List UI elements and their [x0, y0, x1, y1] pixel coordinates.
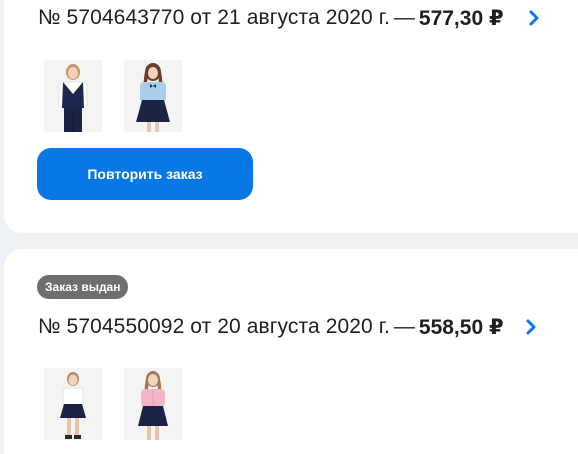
- product-thumbnail[interactable]: [124, 368, 182, 440]
- order-card: № 5704643770 от 21 августа 2020 г. — 577…: [4, 0, 578, 233]
- order-sum: 558,50 ₽: [418, 315, 504, 339]
- repeat-order-button[interactable]: Повторить заказ: [37, 148, 253, 200]
- product-thumbnail[interactable]: [44, 368, 102, 440]
- orders-page: № 5704643770 от 21 августа 2020 г. — 577…: [0, 0, 578, 454]
- product-thumbnail[interactable]: [44, 60, 102, 132]
- chevron-right-icon[interactable]: [524, 8, 544, 28]
- order-header-link[interactable]: № 5704550092 от 20 августа 2020 г. — 558…: [38, 311, 558, 343]
- order-header-link[interactable]: № 5704643770 от 21 августа 2020 г. — 577…: [38, 2, 558, 34]
- order-separator: —: [393, 6, 415, 29]
- order-separator: —: [393, 315, 415, 338]
- order-card: Заказ выдан № 5704550092 от 20 августа 2…: [4, 249, 578, 454]
- order-title: № 5704550092 от 20 августа 2020 г.: [38, 315, 390, 338]
- product-thumbnail[interactable]: [124, 60, 182, 132]
- order-items-thumbnails: [44, 368, 182, 440]
- order-sum: 577,30 ₽: [418, 6, 504, 30]
- order-title: № 5704643770 от 21 августа 2020 г.: [38, 6, 390, 29]
- order-items-thumbnails: [44, 60, 182, 132]
- status-badge: Заказ выдан: [37, 275, 129, 299]
- chevron-right-icon[interactable]: [521, 317, 541, 337]
